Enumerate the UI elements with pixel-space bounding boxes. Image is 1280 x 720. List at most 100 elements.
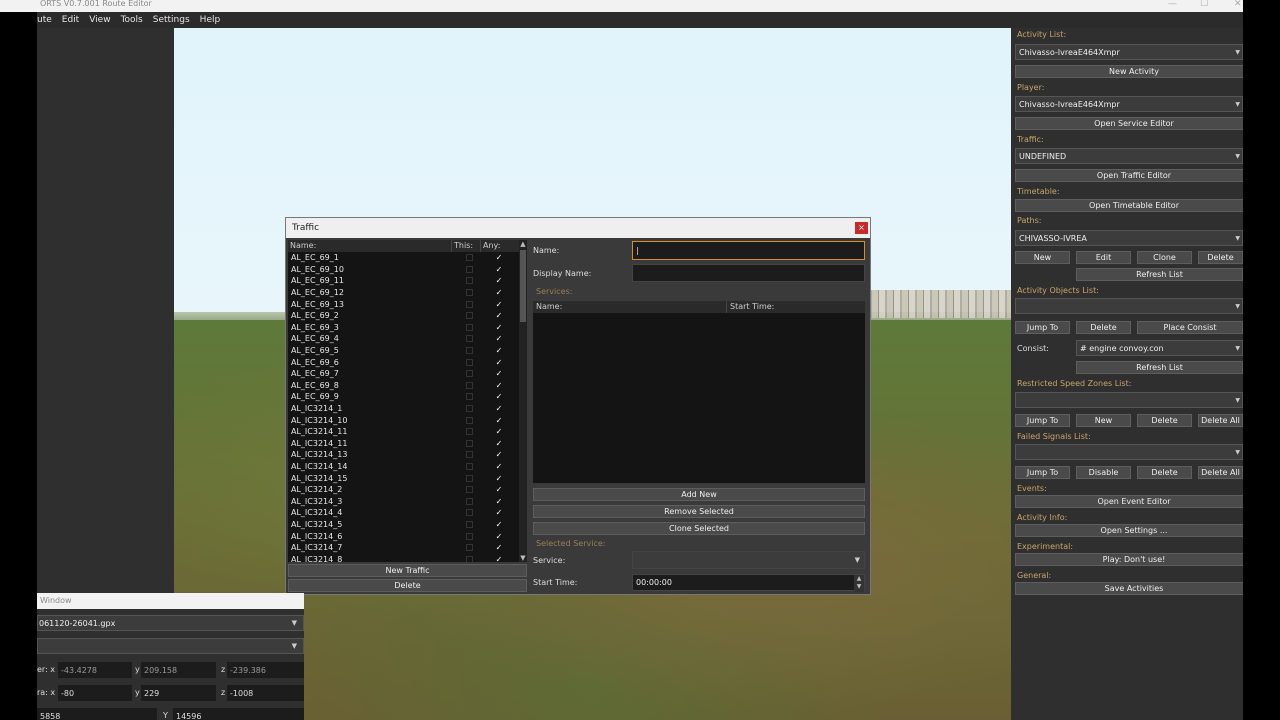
this-checkbox[interactable] <box>454 323 484 331</box>
disable-signal-button[interactable]: Disable <box>1076 466 1131 479</box>
service-select[interactable]: ▼ <box>632 551 865 569</box>
menu-help[interactable]: Help <box>195 12 226 28</box>
traffic-select[interactable]: UNDEFINED ▼ <box>1015 148 1243 164</box>
paths-select[interactable]: CHIVASSO-IVREA ▼ <box>1015 230 1243 246</box>
any-check-icon[interactable]: ✓ <box>484 369 514 378</box>
column-start-time[interactable]: Start Time: <box>727 301 774 313</box>
spin-down-icon[interactable]: ▼ <box>854 583 864 591</box>
any-check-icon[interactable]: ✓ <box>484 427 514 436</box>
save-activities-button[interactable]: Save Activities <box>1015 582 1253 595</box>
consist-select[interactable]: # engine convoy.con ▼ <box>1076 340 1243 356</box>
gps-window-titlebar[interactable]: Window <box>37 593 304 609</box>
delete-object-button[interactable]: Delete <box>1076 321 1131 334</box>
any-check-icon[interactable]: ✓ <box>484 346 514 355</box>
activity-select[interactable]: Chivasso-IvreaE464Xmpr ▼ <box>1015 44 1243 60</box>
tile-x-input[interactable]: -80 <box>58 685 132 701</box>
activity-objects-select[interactable]: ▼ <box>1015 298 1243 314</box>
any-check-icon[interactable]: ✓ <box>484 543 514 552</box>
any-check-icon[interactable]: ✓ <box>484 381 514 390</box>
traffic-row[interactable]: AL_IC3214_4 ✓ <box>288 507 519 519</box>
new-path-button[interactable]: New <box>1015 251 1070 264</box>
any-check-icon[interactable]: ✓ <box>484 392 514 401</box>
any-check-icon[interactable]: ✓ <box>484 253 514 262</box>
traffic-row[interactable]: AL_IC3214_5 ✓ <box>288 519 519 531</box>
delete-signal-button[interactable]: Delete <box>1137 466 1192 479</box>
delete-all-speed-zones-button[interactable]: Delete All <box>1198 414 1243 427</box>
traffic-row[interactable]: AL_IC3214_6 ✓ <box>288 530 519 542</box>
traffic-row[interactable]: AL_IC3214_11 ✓ <box>288 438 519 450</box>
any-check-icon[interactable]: ✓ <box>484 311 514 320</box>
jump-to-object-button[interactable]: Jump To <box>1015 321 1070 334</box>
edit-path-button[interactable]: Edit <box>1076 251 1131 264</box>
scroll-thumb[interactable] <box>520 250 526 322</box>
this-checkbox[interactable] <box>454 428 484 436</box>
any-check-icon[interactable]: ✓ <box>484 497 514 506</box>
traffic-row[interactable]: AL_EC_69_11 ✓ <box>288 275 519 287</box>
new-activity-button[interactable]: New Activity <box>1015 65 1253 78</box>
this-checkbox[interactable] <box>454 509 484 517</box>
coord-x-input[interactable]: -43.4278 <box>58 662 132 678</box>
traffic-list-scrollbar[interactable]: ▲ ▼ <box>519 240 527 562</box>
menu-route[interactable]: ute <box>37 12 57 28</box>
failed-signals-select[interactable]: ▼ <box>1015 444 1243 460</box>
traffic-row[interactable]: AL_IC3214_8 ✓ <box>288 553 519 562</box>
traffic-row[interactable]: AL_IC3214_2 ✓ <box>288 484 519 496</box>
any-check-icon[interactable]: ✓ <box>484 520 514 529</box>
column-service-name[interactable]: Name: <box>533 301 727 313</box>
spin-up-icon[interactable]: ▲ <box>854 575 864 583</box>
close-icon[interactable]: × <box>855 222 868 234</box>
any-check-icon[interactable]: ✓ <box>484 288 514 297</box>
any-check-icon[interactable]: ✓ <box>484 358 514 367</box>
remove-selected-button[interactable]: Remove Selected <box>533 505 865 518</box>
traffic-list[interactable]: Name: This: Any: AL_EC_69_1 ✓ AL_EC_69_10 ✓… <box>288 240 527 562</box>
this-checkbox[interactable] <box>454 532 484 540</box>
add-new-button[interactable]: Add New <box>533 488 865 501</box>
coord-y-input[interactable]: 209.158 <box>141 662 216 678</box>
traffic-row[interactable]: AL_IC3214_7 ✓ <box>288 542 519 554</box>
any-check-icon[interactable]: ✓ <box>484 532 514 541</box>
scroll-down-icon[interactable]: ▼ <box>519 554 527 562</box>
this-checkbox[interactable] <box>454 497 484 505</box>
jump-to-speed-zone-button[interactable]: Jump To <box>1015 414 1070 427</box>
delete-path-button[interactable]: Delete <box>1198 251 1243 264</box>
clone-selected-button[interactable]: Clone Selected <box>533 522 865 535</box>
open-traffic-editor-button[interactable]: Open Traffic Editor <box>1015 169 1253 182</box>
coord-a-input[interactable]: 5858 <box>37 708 157 720</box>
this-checkbox[interactable] <box>454 486 484 494</box>
traffic-row[interactable]: AL_IC3214_14 ✓ <box>288 461 519 473</box>
open-service-editor-button[interactable]: Open Service Editor <box>1015 117 1253 130</box>
traffic-row[interactable]: AL_IC3214_1 ✓ <box>288 403 519 415</box>
this-checkbox[interactable] <box>454 451 484 459</box>
this-checkbox[interactable] <box>454 370 484 378</box>
maximize-icon[interactable]: ☐ <box>1200 0 1208 9</box>
this-checkbox[interactable] <box>454 358 484 366</box>
any-check-icon[interactable]: ✓ <box>484 485 514 494</box>
traffic-row[interactable]: AL_EC_69_4 ✓ <box>288 333 519 345</box>
traffic-row[interactable]: AL_EC_69_6 ✓ <box>288 356 519 368</box>
play-button[interactable]: Play: Don't use! <box>1015 553 1253 566</box>
this-checkbox[interactable] <box>454 277 484 285</box>
traffic-row[interactable]: AL_EC_69_10 ✓ <box>288 264 519 276</box>
minimize-icon[interactable]: — <box>1168 0 1177 9</box>
open-settings-button[interactable]: Open Settings ... <box>1015 524 1253 537</box>
this-checkbox[interactable] <box>454 405 484 413</box>
place-consist-button[interactable]: Place Consist <box>1137 321 1243 334</box>
traffic-row[interactable]: AL_IC3214_3 ✓ <box>288 495 519 507</box>
any-check-icon[interactable]: ✓ <box>484 300 514 309</box>
menu-view[interactable]: View <box>84 12 115 28</box>
traffic-row[interactable]: AL_EC_69_9 ✓ <box>288 391 519 403</box>
gpx-file-select[interactable]: 061120-26041.gpx ▼ <box>37 615 304 631</box>
player-select[interactable]: Chivasso-IvreaE464Xmpr ▼ <box>1015 96 1243 112</box>
this-checkbox[interactable] <box>454 265 484 273</box>
column-this[interactable]: This: <box>452 240 481 252</box>
any-check-icon[interactable]: ✓ <box>484 416 514 425</box>
traffic-row[interactable]: AL_EC_69_7 ✓ <box>288 368 519 380</box>
name-input[interactable]: | <box>632 241 865 260</box>
this-checkbox[interactable] <box>454 393 484 401</box>
this-checkbox[interactable] <box>454 300 484 308</box>
refresh-consists-button[interactable]: Refresh List <box>1076 361 1243 374</box>
any-check-icon[interactable]: ✓ <box>484 450 514 459</box>
any-check-icon[interactable]: ✓ <box>484 508 514 517</box>
traffic-row[interactable]: AL_EC_69_12 ✓ <box>288 287 519 299</box>
close-icon[interactable]: ✕ <box>1234 0 1242 9</box>
